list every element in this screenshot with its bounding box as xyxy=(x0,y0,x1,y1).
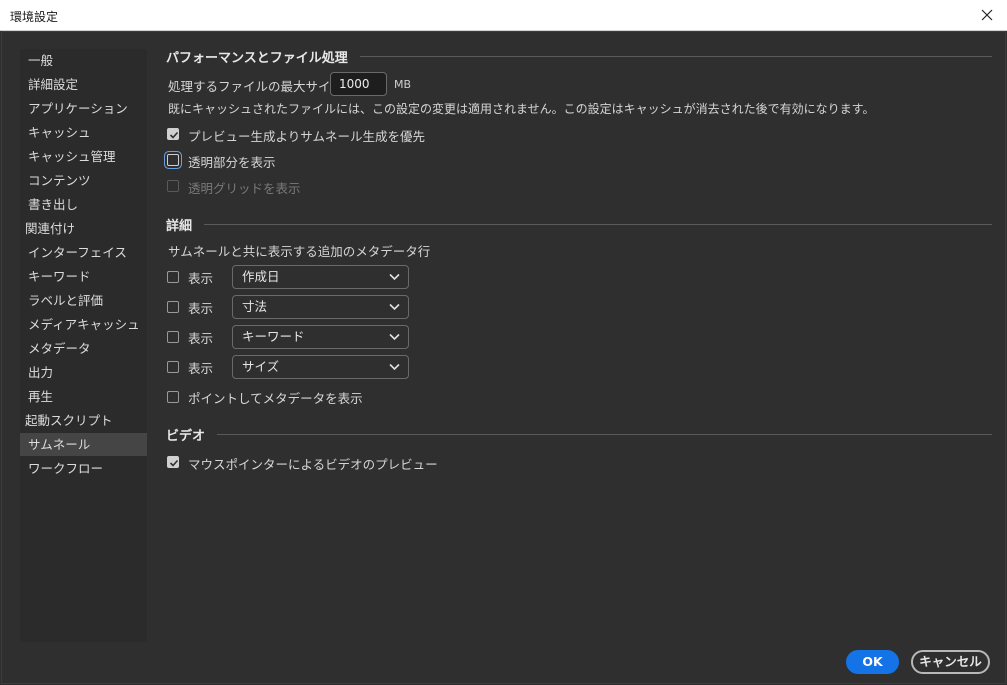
chevron-down-icon xyxy=(389,303,400,311)
cancel-button[interactable]: キャンセル xyxy=(911,650,990,674)
metadata-row-1-checkbox[interactable] xyxy=(167,271,179,283)
preferences-dialog: 一般 詳細設定 アプリケーション キャッシュ キャッシュ管理 コンテンツ 書き出… xyxy=(1,31,1006,684)
sidebar-item-associations[interactable]: 関連付け xyxy=(20,217,147,240)
ok-button[interactable]: OK xyxy=(846,650,899,674)
sidebar-item-application[interactable]: アプリケーション xyxy=(20,97,147,120)
prefer-preview-checkbox[interactable] xyxy=(167,128,179,140)
section-title: ビデオ xyxy=(166,428,206,444)
sidebar-item-workflow[interactable]: ワークフロー xyxy=(20,457,147,480)
title-bar: 環境設定 xyxy=(0,0,1007,31)
sidebar-item-media-cache[interactable]: メディアキャッシュ xyxy=(20,313,147,336)
metadata-row-3-label[interactable]: 表示 xyxy=(188,328,213,347)
section-title: パフォーマンスとファイル処理 xyxy=(166,50,348,66)
sidebar-item-keywords[interactable]: キーワード xyxy=(20,265,147,288)
sidebar-item-metadata[interactable]: メタデータ xyxy=(20,337,147,360)
window-title: 環境設定 xyxy=(10,10,59,24)
sidebar-item-playback[interactable]: 再生 xyxy=(20,385,147,408)
sidebar-item-thumbnails[interactable]: サムネール xyxy=(20,433,147,456)
hover-metadata-checkbox[interactable] xyxy=(167,391,179,403)
sidebar-item-general[interactable]: 一般 xyxy=(20,49,147,72)
close-button[interactable] xyxy=(967,0,1007,30)
chevron-down-icon xyxy=(389,273,400,281)
prefer-preview-label[interactable]: プレビュー生成よりサムネール生成を優先 xyxy=(188,126,425,145)
sidebar-item-cache-management[interactable]: キャッシュ管理 xyxy=(20,145,147,168)
metadata-row-4-select[interactable]: サイズ xyxy=(232,355,409,379)
sidebar-item-advanced[interactable]: 詳細設定 xyxy=(20,73,147,96)
video-hover-preview-checkbox[interactable] xyxy=(167,456,179,468)
sidebar: 一般 詳細設定 アプリケーション キャッシュ キャッシュ管理 コンテンツ 書き出… xyxy=(20,49,147,642)
metadata-row-3-checkbox[interactable] xyxy=(167,331,179,343)
show-transparency-checkbox[interactable] xyxy=(167,154,179,166)
max-size-unit: MB xyxy=(394,78,412,91)
show-transparency-grid-checkbox[interactable] xyxy=(167,180,179,192)
max-size-label: 処理するファイルの最大サイズ xyxy=(168,79,343,94)
max-size-input[interactable]: 1000 xyxy=(330,72,387,96)
show-transparency-grid-label: 透明グリッドを表示 xyxy=(188,181,301,196)
section-performance: パフォーマンスとファイル処理 xyxy=(166,47,992,66)
divider xyxy=(217,433,992,435)
divider xyxy=(359,55,992,57)
metadata-row-1-label[interactable]: 表示 xyxy=(188,268,213,287)
show-transparency-label[interactable]: 透明部分を表示 xyxy=(188,152,276,171)
hover-metadata-label[interactable]: ポイントしてメタデータを表示 xyxy=(188,388,363,407)
chevron-down-icon xyxy=(389,363,400,371)
metadata-row-2-select[interactable]: 寸法 xyxy=(232,295,409,319)
chevron-down-icon xyxy=(389,333,400,341)
select-value: キーワード xyxy=(242,329,305,344)
checkmark-icon xyxy=(169,459,179,467)
sidebar-item-content[interactable]: コンテンツ xyxy=(20,169,147,192)
checkmark-icon xyxy=(169,131,179,139)
cache-note: 既にキャッシュされたファイルには、この設定の変更は適用されません。この設定はキャ… xyxy=(168,102,875,116)
metadata-row-3-select[interactable]: キーワード xyxy=(232,325,409,349)
sidebar-item-cache[interactable]: キャッシュ xyxy=(20,121,147,144)
section-title: 詳細 xyxy=(166,218,193,234)
video-hover-preview-label[interactable]: マウスポインターによるビデオのプレビュー xyxy=(188,454,438,473)
metadata-row-4-checkbox[interactable] xyxy=(167,361,179,373)
sidebar-item-output[interactable]: 出力 xyxy=(20,361,147,384)
sidebar-item-interface[interactable]: インターフェイス xyxy=(20,241,147,264)
select-value: 作成日 xyxy=(242,269,280,284)
metadata-row-4-label[interactable]: 表示 xyxy=(188,358,213,377)
close-icon xyxy=(981,9,993,21)
metadata-row-1-select[interactable]: 作成日 xyxy=(232,265,409,289)
section-details: 詳細 xyxy=(166,215,992,234)
metadata-row-2-label[interactable]: 表示 xyxy=(188,298,213,317)
sidebar-item-labels-ratings[interactable]: ラベルと評価 xyxy=(20,289,147,312)
select-value: サイズ xyxy=(242,359,280,374)
divider xyxy=(204,223,992,225)
details-description: サムネールと共に表示する追加のメタデータ行 xyxy=(168,244,431,259)
select-value: 寸法 xyxy=(242,299,268,314)
sidebar-item-startup-scripts[interactable]: 起動スクリプト xyxy=(20,409,147,432)
section-video: ビデオ xyxy=(166,425,992,444)
sidebar-item-export[interactable]: 書き出し xyxy=(20,193,147,216)
metadata-row-2-checkbox[interactable] xyxy=(167,301,179,313)
